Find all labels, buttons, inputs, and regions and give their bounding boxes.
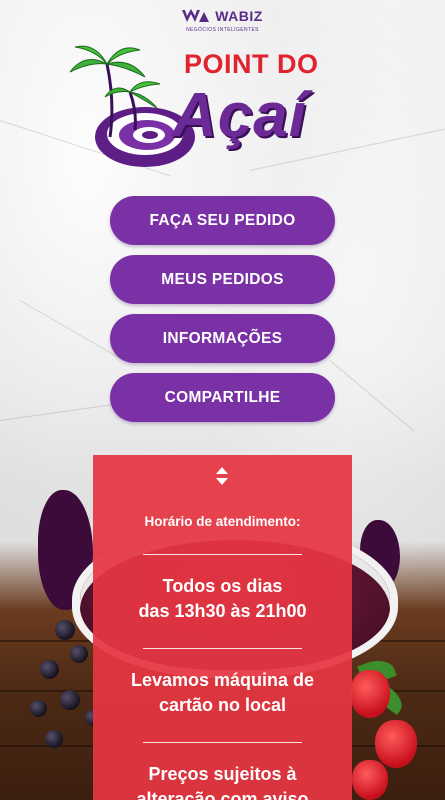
order-button[interactable]: FAÇA SEU PEDIDO <box>110 196 335 245</box>
divider <box>143 742 302 743</box>
acai-berry <box>45 730 63 748</box>
acai-berry <box>70 645 88 663</box>
expand-collapse-arrows-icon[interactable] <box>214 465 230 487</box>
hours-line1: Todos os dias <box>162 576 283 596</box>
payment-line1: Levamos máquina de <box>130 670 315 690</box>
divider <box>143 648 302 649</box>
strawberry <box>350 670 390 718</box>
wabiz-logo-icon <box>182 9 210 22</box>
acai-berry <box>40 660 59 679</box>
prices-info-text: Preços sujeitos à alteração com aviso <box>103 762 342 800</box>
strawberry <box>352 760 388 800</box>
payment-info-text: Levamos máquina de cartão no local <box>103 668 342 718</box>
acai-berry <box>60 690 80 710</box>
my-orders-button[interactable]: MEUS PEDIDOS <box>110 255 335 304</box>
strawberry <box>375 720 417 768</box>
brand-name: WABIZ <box>215 8 263 24</box>
opening-hours-heading: Horário de atendimento: <box>144 514 301 529</box>
brand-tagline: NEGÓCIOS INTELIGENTES <box>186 27 259 33</box>
brand-header: WABIZ NEGÓCIOS INTELIGENTES <box>0 8 445 33</box>
hours-line2: das 13h30 às 21h00 <box>138 601 307 621</box>
information-button[interactable]: INFORMAÇÕES <box>110 314 335 363</box>
acai-berry <box>55 620 75 640</box>
divider <box>143 554 302 555</box>
share-button[interactable]: COMPARTILHE <box>110 373 335 422</box>
main-menu: FAÇA SEU PEDIDO MEUS PEDIDOS INFORMAÇÕES… <box>110 196 335 432</box>
opening-hours-text: Todos os dias das 13h30 às 21h00 <box>103 574 342 624</box>
acai-berry <box>30 700 47 717</box>
logo-title-line1: POINT DO <box>184 49 319 79</box>
prices-line2: alteração com aviso <box>136 789 309 800</box>
info-panel: Horário de atendimento: Todos os dias da… <box>93 455 352 800</box>
prices-line1: Preços sujeitos à <box>148 764 297 784</box>
logo-title-line2: Açaí <box>172 81 307 150</box>
payment-line2: cartão no local <box>158 695 287 715</box>
